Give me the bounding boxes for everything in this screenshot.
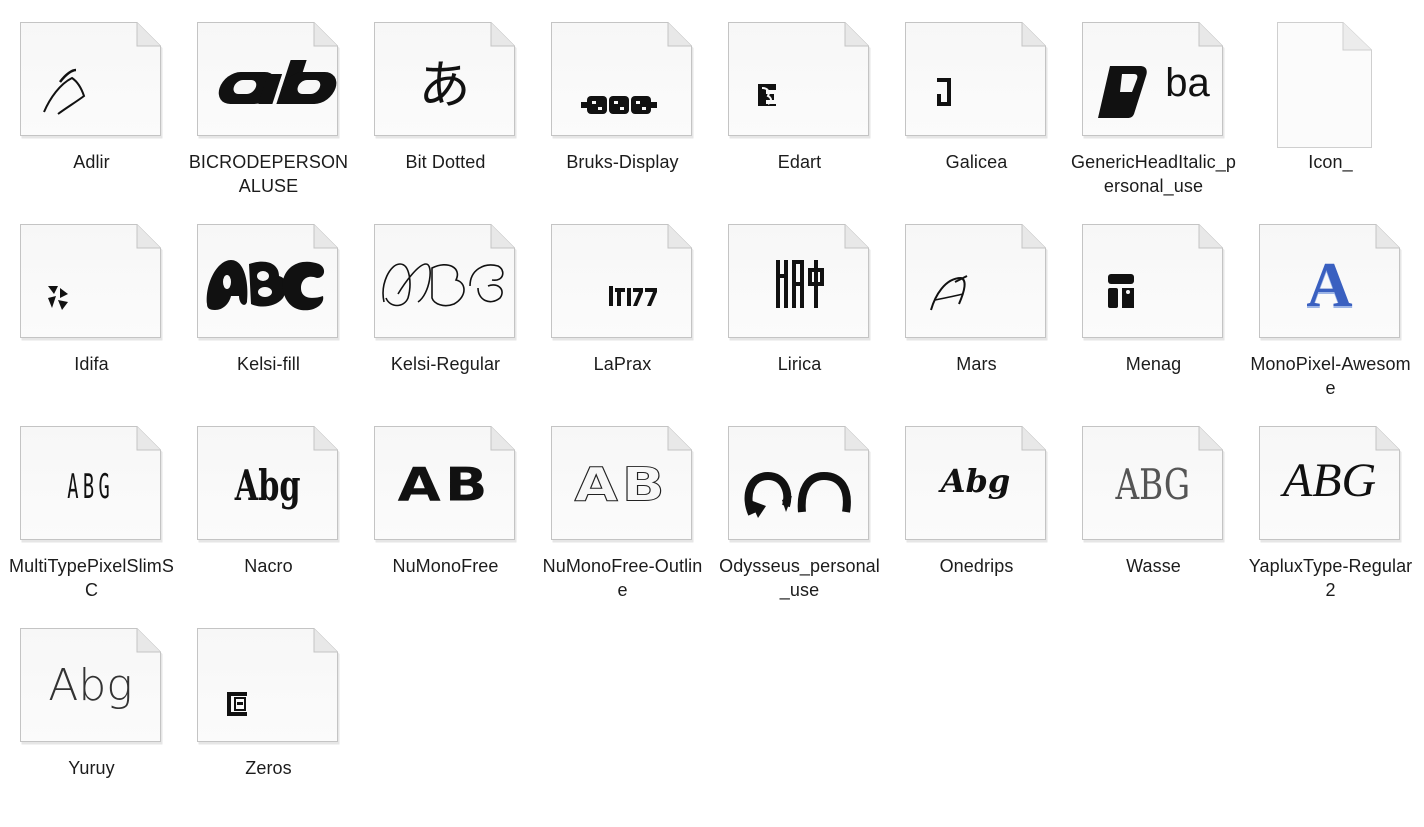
file-item[interactable]: Abg Onedrips: [888, 418, 1065, 620]
file-name-label: YapluxType-Regular 2: [1248, 556, 1413, 600]
file-name-label: GenericHeadItalic_personal_use: [1071, 152, 1236, 196]
file-name-label: Onedrips: [939, 556, 1014, 576]
file-grid: Adlir BICRODEPERSONALUSE あ Bit Dotted Br…: [3, 14, 1419, 822]
font-preview-bruks-icon: [551, 22, 694, 139]
font-preview-numono-outline-icon: AB: [551, 426, 694, 543]
font-preview-text: ABG: [1115, 459, 1190, 509]
font-preview-galicea-icon: [905, 22, 1048, 139]
file-item[interactable]: Abg Yuruy: [3, 620, 180, 822]
file-item[interactable]: Kelsi-fill: [180, 216, 357, 418]
file-name-label: Mars: [956, 354, 997, 374]
file-name-label: Odysseus_personal_use: [719, 556, 880, 600]
file-item[interactable]: Adlir: [3, 14, 180, 216]
file-item[interactable]: BICRODEPERSONALUSE: [180, 14, 357, 216]
font-preview-mars-icon: [905, 224, 1048, 341]
file-item[interactable]: Lirica: [711, 216, 888, 418]
file-item[interactable]: AB NuMonoFree: [357, 418, 534, 620]
file-name-label: MultiTypePixelSlimSC: [9, 556, 174, 600]
font-preview-kelsi-fill-icon: [197, 224, 340, 341]
font-preview-text: Abg: [234, 460, 301, 510]
file-name-label: Kelsi-Regular: [390, 354, 501, 374]
file-item[interactable]: AB NuMonoFree-Outline: [534, 418, 711, 620]
font-preview-bit-dotted-icon: あ: [374, 22, 517, 139]
blank-document-icon: [1277, 22, 1418, 148]
file-name-label: Bruks-Display: [566, 152, 679, 172]
font-preview-text: Abg: [48, 659, 133, 711]
file-name-label: Lirica: [777, 354, 822, 374]
font-preview-menag-icon: [1082, 224, 1225, 341]
file-item[interactable]: LaPrax: [534, 216, 711, 418]
font-preview-yuruy-icon: Abg: [20, 628, 163, 745]
file-item[interactable]: Edart: [711, 14, 888, 216]
file-name-label: Kelsi-fill: [236, 354, 300, 374]
file-item[interactable]: Icon_: [1242, 14, 1419, 216]
file-item[interactable]: Menag: [1065, 216, 1242, 418]
font-preview-kelsi-regular-icon: [374, 224, 517, 341]
font-preview-onedrips-icon: Abg: [905, 426, 1048, 543]
font-preview-text: ABG: [1282, 453, 1377, 507]
file-name-label: Edart: [777, 152, 822, 172]
file-item[interactable]: ABG YapluxType-Regular 2: [1242, 418, 1419, 620]
font-preview-text: あ: [418, 55, 471, 116]
font-preview-nacro-icon: Abg: [197, 426, 340, 543]
file-item[interactable]: Mars: [888, 216, 1065, 418]
font-preview-adlir-icon: [20, 22, 163, 139]
file-name-label: Galicea: [945, 152, 1008, 172]
font-preview-yaplux-icon: ABG: [1259, 426, 1402, 543]
file-name-label: Adlir: [73, 152, 110, 172]
file-name-label: Menag: [1125, 354, 1182, 374]
file-item[interactable]: Odysseus_personal_use: [711, 418, 888, 620]
file-name-label: Yuruy: [68, 758, 115, 778]
file-name-label: Bit Dotted: [405, 152, 486, 172]
font-preview-laprax-icon: [551, 224, 694, 341]
font-preview-zeros-icon: [197, 628, 340, 745]
font-preview-text: A: [1306, 249, 1353, 320]
font-preview-lirica-icon: [728, 224, 871, 341]
file-name-label: BICRODEPERSONALUSE: [188, 152, 349, 196]
file-item[interactable]: あ Bit Dotted: [357, 14, 534, 216]
font-preview-generichead-icon: ba: [1082, 22, 1225, 139]
file-name-label: LaPrax: [593, 354, 652, 374]
file-item[interactable]: Galicea: [888, 14, 1065, 216]
file-item[interactable]: Zeros: [180, 620, 357, 822]
file-name-label: MonoPixel-Awesome: [1250, 354, 1411, 398]
font-preview-text: ba: [1165, 60, 1210, 105]
file-name-label: Wasse: [1126, 556, 1181, 576]
file-name-label: NuMonoFree-Outline: [542, 556, 703, 600]
file-item[interactable]: ba GenericHeadItalic_personal_use: [1065, 14, 1242, 216]
font-preview-text: Abg: [940, 462, 1011, 500]
file-item[interactable]: Bruks-Display: [534, 14, 711, 216]
file-item[interactable]: Kelsi-Regular: [357, 216, 534, 418]
file-item[interactable]: Abg Nacro: [180, 418, 357, 620]
font-preview-bicro-icon: [197, 22, 340, 139]
file-name-label: Nacro: [244, 556, 293, 576]
font-preview-text: ABG: [67, 467, 114, 507]
font-preview-idifa-icon: [20, 224, 163, 341]
file-item[interactable]: ABG MultiTypePixelSlimSC: [3, 418, 180, 620]
file-name-label: Icon_: [1308, 152, 1353, 172]
font-preview-monopixel-icon: A: [1259, 224, 1402, 341]
font-preview-numono-icon: AB: [374, 426, 517, 543]
file-item[interactable]: A MonoPixel-Awesome: [1242, 216, 1419, 418]
font-preview-text: AB: [574, 458, 669, 512]
file-item[interactable]: ABG Wasse: [1065, 418, 1242, 620]
font-preview-multitype-icon: ABG: [20, 426, 163, 543]
file-name-label: Idifa: [74, 354, 109, 374]
font-preview-edart-icon: [728, 22, 871, 139]
font-preview-wasse-icon: ABG: [1082, 426, 1225, 543]
file-name-label: NuMonoFree: [392, 556, 499, 576]
file-name-label: Zeros: [245, 758, 292, 778]
font-preview-odysseus-icon: [728, 426, 871, 543]
font-preview-text: AB: [397, 458, 492, 512]
file-item[interactable]: Idifa: [3, 216, 180, 418]
